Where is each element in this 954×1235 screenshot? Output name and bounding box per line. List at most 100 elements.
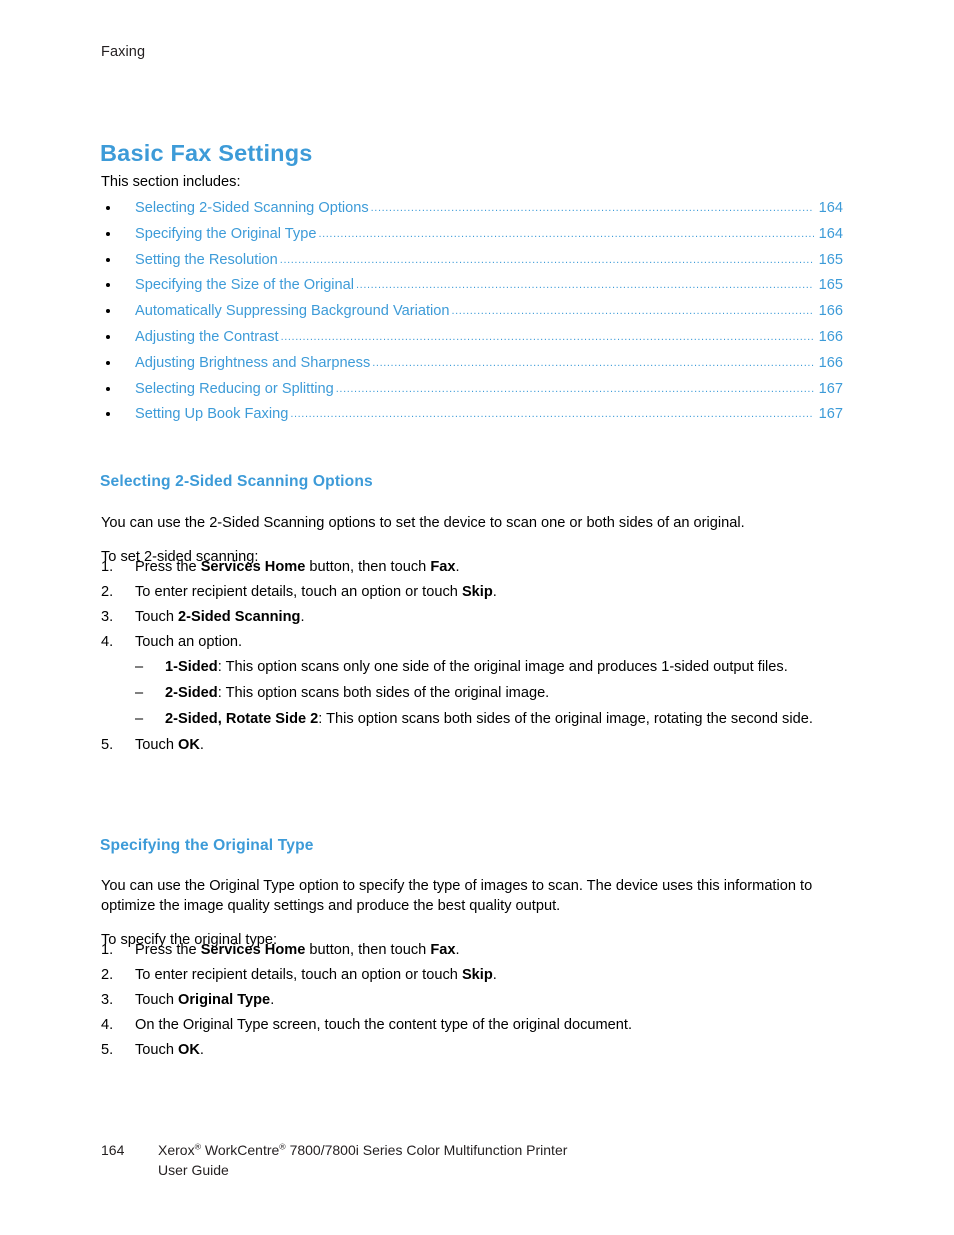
footer-product-name: Xerox® WorkCentre® 7800/7800i Series Col… xyxy=(158,1141,568,1158)
bullet-icon xyxy=(106,360,110,365)
footer-page-number: 164 xyxy=(101,1142,125,1158)
section2-steps-list: 1. Press the Services Home button, then t… xyxy=(101,940,853,1065)
toc-entry[interactable]: Automatically Suppressing Background Var… xyxy=(101,303,843,329)
step-text: Touch OK. xyxy=(135,1042,204,1059)
step-number: 2. xyxy=(101,967,114,984)
numbered-step: 3. Touch Original Type. xyxy=(101,990,853,1011)
section-includes-label: This section includes: xyxy=(101,174,241,190)
suboption-text: 2-Sided: This option scans both sides of… xyxy=(165,685,550,702)
bullet-icon xyxy=(106,412,110,417)
toc-entry-label[interactable]: Specifying the Size of the Original xyxy=(135,277,354,293)
toc-entry-label[interactable]: Specifying the Original Type xyxy=(135,226,316,242)
toc-entry-page-number[interactable]: 164 xyxy=(815,226,843,242)
step-number: 4. xyxy=(101,1017,114,1034)
toc-entry-page-number[interactable]: 167 xyxy=(815,381,843,397)
step-text: To enter recipient details, touch an opt… xyxy=(135,584,497,601)
page-footer: 164 Xerox® WorkCentre® 7800/7800i Series… xyxy=(101,1141,567,1180)
toc-entry-label[interactable]: Selecting Reducing or Splitting xyxy=(135,381,334,397)
step-number: 3. xyxy=(101,992,114,1009)
toc-leader-dots: ........................................… xyxy=(318,227,814,240)
bullet-icon xyxy=(106,231,110,236)
step-text: Press the Services Home button, then tou… xyxy=(135,559,460,575)
toc-entry-label[interactable]: Selecting 2-Sided Scanning Options xyxy=(135,200,369,216)
bullet-icon xyxy=(106,257,110,262)
toc-entry-page-number[interactable]: 167 xyxy=(815,406,843,422)
dash-icon: – xyxy=(135,659,144,676)
toc-entry-label[interactable]: Setting Up Book Faxing xyxy=(135,406,288,422)
toc-entry[interactable]: Adjusting Brightness and Sharpness......… xyxy=(101,355,843,381)
numbered-step: 3. Touch 2-Sided Scanning. xyxy=(101,607,853,628)
suboption-item: – 1-Sided: This option scans only one sid… xyxy=(135,657,853,678)
bullet-icon xyxy=(106,334,110,339)
section-heading-specifying-the-original-type: Specifying the Original Type xyxy=(100,836,314,854)
toc-leader-dots: ........................................… xyxy=(290,408,814,421)
step-number: 1. xyxy=(101,559,114,575)
section1-paragraph-1: You can use the 2-Sided Scanning options… xyxy=(101,514,745,531)
toc-leader-dots: ........................................… xyxy=(370,202,814,214)
numbered-step: 1. Press the Services Home button, then t… xyxy=(101,557,853,578)
toc-entry-page-number[interactable]: 165 xyxy=(815,277,843,293)
toc-entry[interactable]: Setting the Resolution..................… xyxy=(101,252,843,278)
step-number: 1. xyxy=(101,942,114,958)
bullet-icon xyxy=(106,386,110,391)
numbered-step: 5. Touch OK. xyxy=(101,1040,853,1061)
suboption-list: – 1-Sided: This option scans only one sid… xyxy=(101,657,853,730)
footer-doc-type: User Guide xyxy=(158,1161,229,1178)
page-title: Basic Fax Settings xyxy=(100,139,313,166)
suboption-text: 1-Sided: This option scans only one side… xyxy=(165,659,788,676)
step-text: Press the Services Home button, then tou… xyxy=(135,942,460,958)
step-number: 4. xyxy=(101,634,114,651)
suboption-item: – 2-Sided, Rotate Side 2: This option sca… xyxy=(135,709,853,730)
toc-leader-dots: ........................................… xyxy=(335,382,814,395)
toc-leader-dots: ........................................… xyxy=(372,356,814,369)
step-text: Touch Original Type. xyxy=(135,992,275,1009)
toc-entry-label[interactable]: Adjusting the Contrast xyxy=(135,329,279,345)
toc-entry-label[interactable]: Adjusting Brightness and Sharpness xyxy=(135,355,370,371)
numbered-step: 4. Touch an option. xyxy=(101,632,853,653)
toc-entry-label[interactable]: Automatically Suppressing Background Var… xyxy=(135,303,449,319)
toc-entry[interactable]: Selecting 2-Sided Scanning Options......… xyxy=(101,200,843,226)
numbered-step: 1. Press the Services Home button, then t… xyxy=(101,940,853,961)
dash-icon: – xyxy=(135,685,144,702)
step-text: Touch 2-Sided Scanning. xyxy=(135,609,305,626)
step-text: On the Original Type screen, touch the c… xyxy=(135,1017,633,1034)
table-of-contents: Selecting 2-Sided Scanning Options......… xyxy=(101,200,843,432)
toc-leader-dots: ........................................… xyxy=(451,305,814,318)
step-text: To enter recipient details, touch an opt… xyxy=(135,967,497,984)
numbered-step: 2. To enter recipient details, touch an o… xyxy=(101,965,853,986)
bullet-icon xyxy=(106,206,110,210)
toc-entry[interactable]: Specifying the Size of the Original.....… xyxy=(101,277,843,303)
toc-entry-page-number[interactable]: 166 xyxy=(815,303,843,319)
suboption-item: – 2-Sided: This option scans both sides o… xyxy=(135,683,853,704)
suboption-text: 2-Sided, Rotate Side 2: This option scan… xyxy=(165,711,813,728)
toc-entry[interactable]: Adjusting the Contrast..................… xyxy=(101,329,843,355)
step-text: Touch an option. xyxy=(135,634,243,651)
section2-paragraph-1: You can use the Original Type option to … xyxy=(101,877,813,915)
toc-entry[interactable]: Specifying the Original Type............… xyxy=(101,226,843,252)
step-number: 3. xyxy=(101,609,114,626)
numbered-step: 4. On the Original Type screen, touch the… xyxy=(101,1015,853,1036)
toc-leader-dots: ........................................… xyxy=(280,330,814,343)
section-heading-selecting-2-sided-scanning-options: Selecting 2-Sided Scanning Options xyxy=(100,472,373,490)
bullet-icon xyxy=(106,283,110,288)
bullet-icon xyxy=(106,309,110,314)
dash-icon: – xyxy=(135,711,144,728)
toc-entry-page-number[interactable]: 166 xyxy=(815,355,843,371)
step-number: 5. xyxy=(101,1042,114,1059)
toc-leader-dots: ........................................… xyxy=(279,253,814,266)
step-number: 5. xyxy=(101,737,114,754)
toc-entry-page-number[interactable]: 164 xyxy=(815,200,843,216)
toc-entry-page-number[interactable]: 166 xyxy=(815,329,843,345)
running-header: Faxing xyxy=(101,44,146,60)
numbered-step: 2. To enter recipient details, touch an o… xyxy=(101,582,853,603)
toc-entry[interactable]: Selecting Reducing or Splitting.........… xyxy=(101,381,843,407)
step-text: Touch OK. xyxy=(135,737,204,754)
document-page: Faxing Basic Fax Settings This section i… xyxy=(0,0,954,1235)
step-number: 2. xyxy=(101,584,114,601)
numbered-step: 5. Touch OK. xyxy=(101,735,853,756)
section1-steps-list: 1. Press the Services Home button, then t… xyxy=(101,557,853,760)
toc-entry-page-number[interactable]: 165 xyxy=(815,252,843,268)
toc-entry[interactable]: Setting Up Book Faxing..................… xyxy=(101,406,843,432)
toc-leader-dots: ........................................… xyxy=(356,279,814,292)
toc-entry-label[interactable]: Setting the Resolution xyxy=(135,252,278,268)
